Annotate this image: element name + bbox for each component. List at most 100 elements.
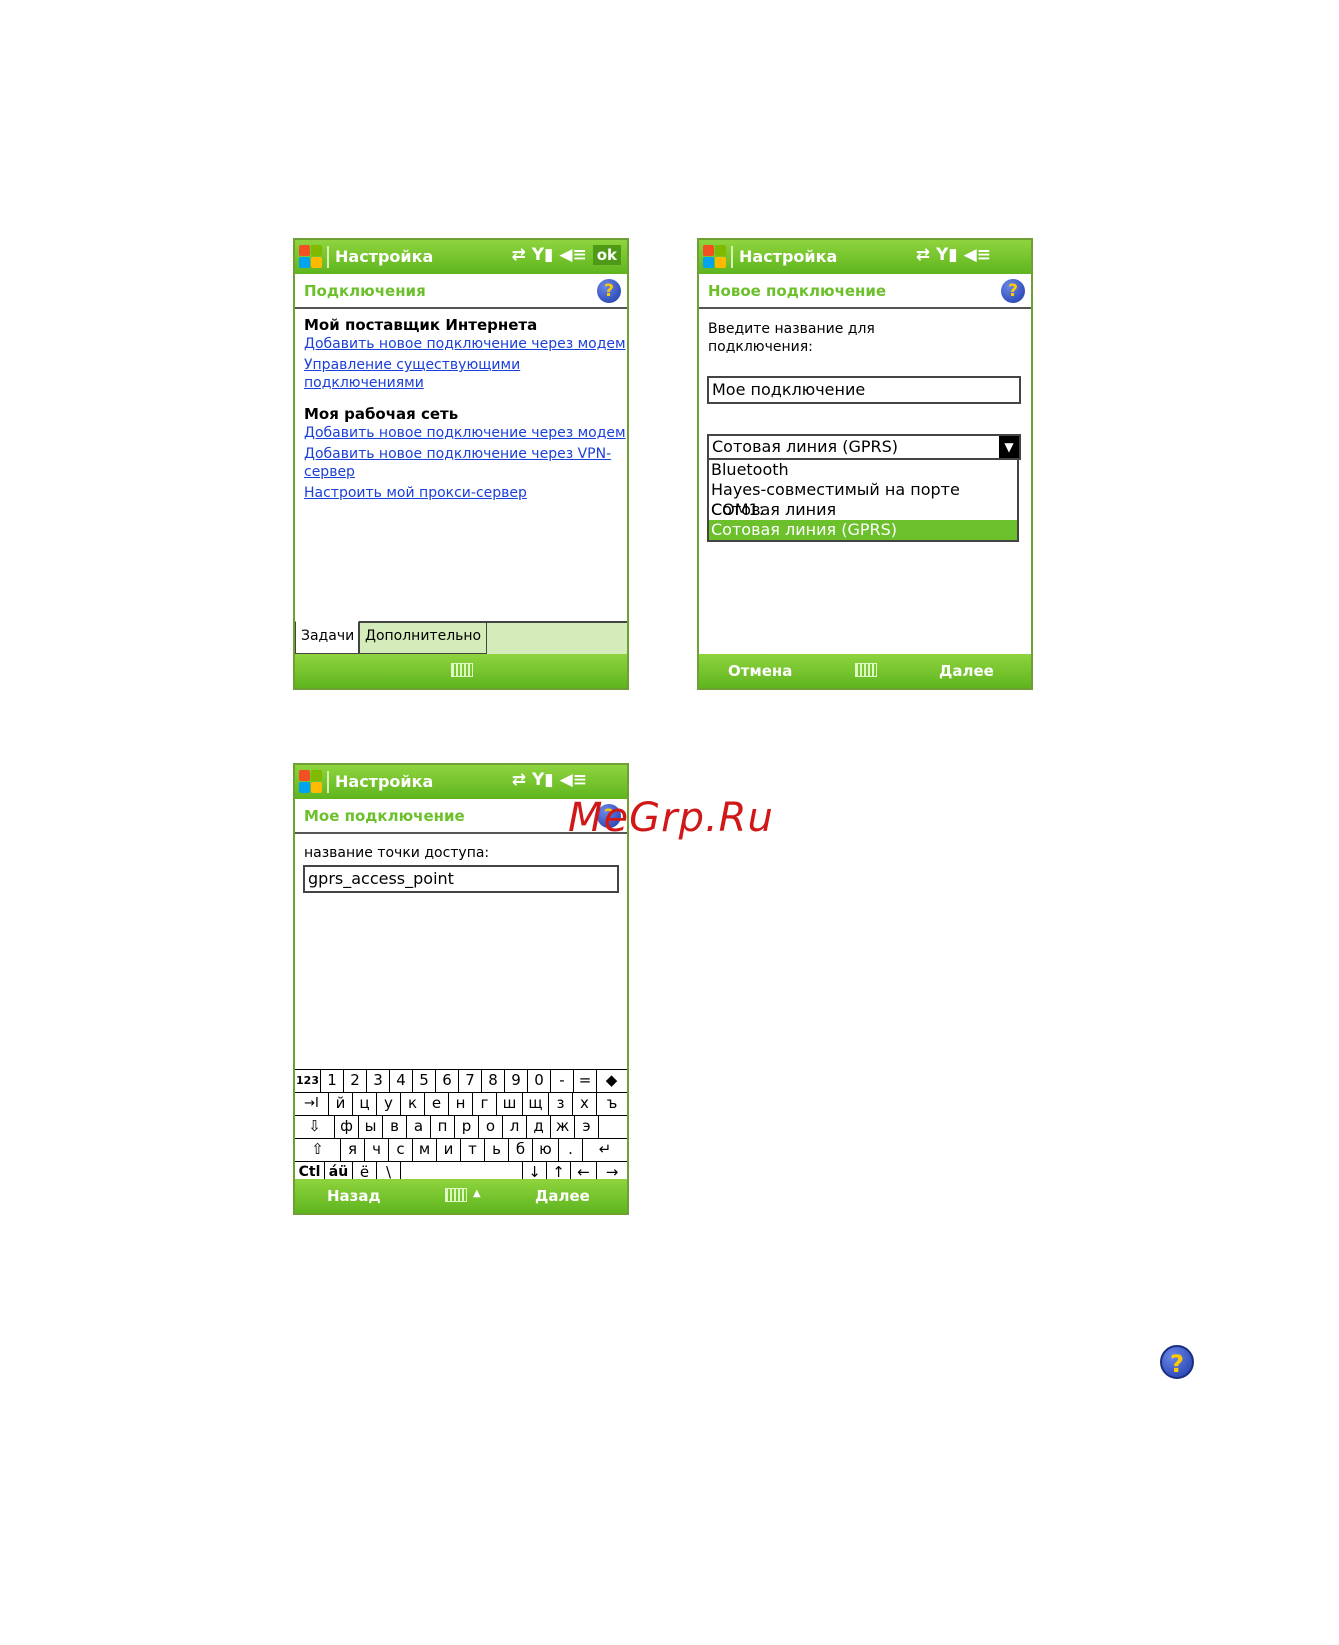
link-add-modem-work[interactable]: Добавить новое подключение через модем xyxy=(304,424,626,442)
link-proxy-server[interactable]: Настроить мой прокси-сервер xyxy=(304,484,527,502)
key[interactable]: р xyxy=(455,1116,479,1138)
key[interactable]: з xyxy=(549,1093,573,1115)
key[interactable]: ж xyxy=(551,1116,575,1138)
key[interactable]: . xyxy=(559,1139,583,1161)
link-manage-connections-cont[interactable]: подключениями xyxy=(304,374,424,392)
key[interactable]: ы xyxy=(359,1116,383,1138)
chevron-down-icon[interactable]: ▼ xyxy=(999,436,1019,458)
connectivity-icon[interactable]: ⇄ xyxy=(916,245,930,265)
ok-button[interactable]: ok xyxy=(592,245,621,265)
link-add-vpn-cont[interactable]: сервер xyxy=(304,463,355,481)
modem-option[interactable]: Hayes-совместимый на порте COM1: xyxy=(709,480,1017,519)
link-add-vpn[interactable]: Добавить новое подключение через VPN- xyxy=(304,445,611,463)
key[interactable]: ш xyxy=(497,1093,523,1115)
key[interactable]: ц xyxy=(353,1093,377,1115)
key[interactable]: 1 xyxy=(321,1070,344,1092)
next-button[interactable]: Далее xyxy=(535,1187,590,1205)
key[interactable]: с xyxy=(389,1139,413,1161)
key[interactable]: 6 xyxy=(436,1070,459,1092)
key[interactable]: ч xyxy=(365,1139,389,1161)
modem-select[interactable]: Сотовая линия (GPRS) ▼ xyxy=(707,434,1021,460)
key[interactable]: м xyxy=(413,1139,437,1161)
key[interactable]: ь xyxy=(485,1139,509,1161)
next-button[interactable]: Далее xyxy=(939,662,994,680)
keyboard-icon[interactable] xyxy=(855,663,877,677)
key[interactable]: г xyxy=(473,1093,497,1115)
key[interactable]: э xyxy=(575,1116,599,1138)
cancel-button[interactable]: Отмена xyxy=(728,662,792,680)
tab-key[interactable]: →I xyxy=(295,1093,329,1115)
status-icons: ⇄ Y▮ ◀≡ xyxy=(916,245,991,265)
help-icon[interactable]: ? xyxy=(597,279,621,303)
page-title: Новое подключение xyxy=(708,282,887,300)
key-blank[interactable] xyxy=(599,1116,627,1138)
key[interactable]: - xyxy=(551,1070,574,1092)
key[interactable]: ю xyxy=(533,1139,559,1161)
key[interactable]: 0 xyxy=(528,1070,551,1092)
modem-option[interactable]: Сотовая линия xyxy=(709,500,1017,520)
connectivity-icon[interactable]: ⇄ xyxy=(512,770,526,790)
enter-key[interactable]: ↵ xyxy=(583,1139,627,1161)
modem-option-selected[interactable]: Сотовая линия (GPRS) xyxy=(709,520,1017,540)
caps-key[interactable]: ⇩ xyxy=(295,1116,335,1138)
keyboard-icon[interactable] xyxy=(451,663,473,677)
key[interactable]: д xyxy=(527,1116,551,1138)
key[interactable]: 8 xyxy=(482,1070,505,1092)
shift-key[interactable]: ⇧ xyxy=(295,1139,341,1161)
key[interactable]: 3 xyxy=(367,1070,390,1092)
key[interactable]: и xyxy=(437,1139,461,1161)
start-menu-icon[interactable] xyxy=(299,245,323,269)
key[interactable]: х xyxy=(573,1093,597,1115)
key[interactable]: б xyxy=(509,1139,533,1161)
key-123[interactable]: 123 xyxy=(295,1070,321,1092)
volume-icon[interactable]: ◀≡ xyxy=(559,245,586,265)
title-bar: Настройка ⇄ Y▮ ◀≡ ok xyxy=(295,240,627,274)
key[interactable]: я xyxy=(341,1139,365,1161)
soft-key-bar: Назад ▲ Далее xyxy=(295,1179,627,1213)
key[interactable]: ф xyxy=(335,1116,359,1138)
key[interactable]: й xyxy=(329,1093,353,1115)
key[interactable]: щ xyxy=(523,1093,549,1115)
key[interactable]: л xyxy=(503,1116,527,1138)
tab-advanced[interactable]: Дополнительно xyxy=(359,621,487,654)
key[interactable]: 5 xyxy=(413,1070,436,1092)
key[interactable]: 9 xyxy=(505,1070,528,1092)
signal-icon[interactable]: Y▮ xyxy=(936,245,958,265)
signal-icon[interactable]: Y▮ xyxy=(532,770,554,790)
key[interactable]: 2 xyxy=(344,1070,367,1092)
signal-icon[interactable]: Y▮ xyxy=(532,245,554,265)
key[interactable]: п xyxy=(431,1116,455,1138)
section-heading-isp: Мой поставщик Интернета xyxy=(304,316,538,334)
key[interactable]: к xyxy=(401,1093,425,1115)
key[interactable]: н xyxy=(449,1093,473,1115)
key[interactable]: о xyxy=(479,1116,503,1138)
connectivity-icon[interactable]: ⇄ xyxy=(511,245,525,265)
back-button[interactable]: Назад xyxy=(327,1187,381,1205)
link-manage-connections[interactable]: Управление существующими xyxy=(304,356,520,374)
key[interactable]: в xyxy=(383,1116,407,1138)
keyboard-row: →I й ц у к е н г ш щ з х ъ xyxy=(295,1092,627,1115)
key[interactable]: е xyxy=(425,1093,449,1115)
start-menu-icon[interactable] xyxy=(299,770,323,794)
keyboard-icon[interactable] xyxy=(445,1188,467,1202)
backspace-key[interactable]: ◆ xyxy=(597,1070,626,1092)
volume-icon[interactable]: ◀≡ xyxy=(560,770,587,790)
help-icon[interactable]: ? xyxy=(1001,279,1025,303)
chevron-up-icon[interactable]: ▲ xyxy=(473,1188,481,1199)
access-point-input[interactable]: gprs_access_point xyxy=(303,865,619,893)
tab-tasks[interactable]: Задачи xyxy=(295,621,359,654)
link-add-modem-isp[interactable]: Добавить новое подключение через модем xyxy=(304,335,626,353)
key[interactable]: 4 xyxy=(390,1070,413,1092)
volume-icon[interactable]: ◀≡ xyxy=(964,245,991,265)
screen-new-connection: Настройка ⇄ Y▮ ◀≡ Новое подключение ? Вв… xyxy=(697,238,1033,690)
key[interactable]: у xyxy=(377,1093,401,1115)
modem-option[interactable]: Bluetooth xyxy=(709,460,1017,480)
key[interactable]: а xyxy=(407,1116,431,1138)
key[interactable]: т xyxy=(461,1139,485,1161)
start-menu-icon[interactable] xyxy=(703,245,727,269)
connection-name-input[interactable]: Мое подключение xyxy=(707,376,1021,404)
key[interactable]: = xyxy=(574,1070,597,1092)
key[interactable]: 7 xyxy=(459,1070,482,1092)
keyboard-row: ⇩ ф ы в а п р о л д ж э xyxy=(295,1115,627,1138)
key[interactable]: ъ xyxy=(597,1093,627,1115)
